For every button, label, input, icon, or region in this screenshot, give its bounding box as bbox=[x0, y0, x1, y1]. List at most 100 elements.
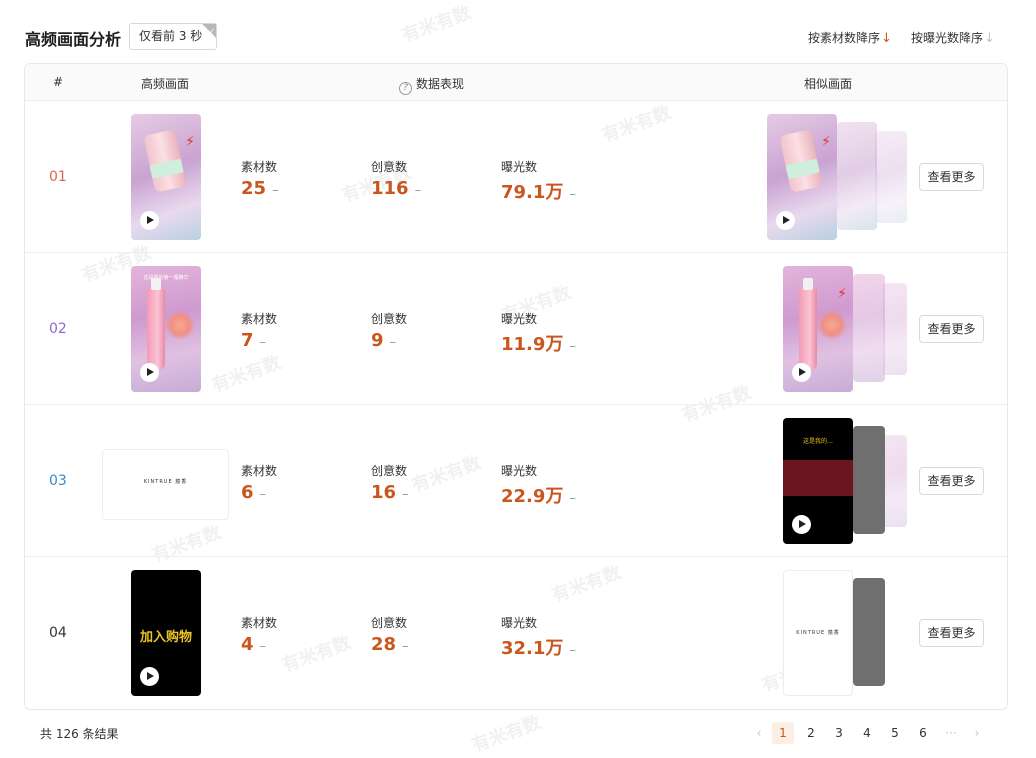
view-more-button[interactable]: 查看更多 bbox=[919, 467, 984, 495]
frame-thumbnail[interactable]: ⚡ bbox=[131, 114, 201, 240]
page-2[interactable]: 2 bbox=[800, 722, 822, 744]
product-jar-image bbox=[779, 129, 823, 193]
material-value: 4 bbox=[241, 634, 254, 655]
metric-label: 素材数 bbox=[241, 464, 278, 478]
play-icon[interactable] bbox=[792, 363, 811, 382]
sort-material-label: 按素材数降序 bbox=[808, 31, 881, 45]
metric-label: 创意数 bbox=[371, 464, 408, 478]
similar-thumbnail[interactable] bbox=[837, 122, 877, 230]
red-band-image bbox=[783, 460, 853, 496]
metric-label: 曝光数 bbox=[501, 464, 538, 478]
similar-thumbnail[interactable]: ⚡ bbox=[767, 114, 837, 240]
table-row: 04 加入购物 素材数 4– 创意数 28– 曝光数 32.1万 – KINTRU… bbox=[25, 557, 1007, 709]
page-3[interactable]: 3 bbox=[828, 722, 850, 744]
trend-icon: – bbox=[569, 643, 576, 658]
product-jar-image bbox=[143, 129, 187, 193]
exposure-value: 32.1万 bbox=[501, 638, 564, 659]
similar-thumbnail[interactable] bbox=[853, 578, 885, 686]
play-icon[interactable] bbox=[140, 363, 159, 382]
page-6[interactable]: 6 bbox=[912, 722, 934, 744]
page-4[interactable]: 4 bbox=[856, 722, 878, 744]
creative-value: 16 bbox=[371, 482, 397, 503]
creative-metric: 创意数 16– bbox=[371, 462, 409, 503]
play-icon[interactable] bbox=[140, 211, 159, 230]
material-value: 7 bbox=[241, 330, 254, 351]
play-icon[interactable] bbox=[776, 211, 795, 230]
material-metric: 素材数 6– bbox=[241, 462, 277, 503]
frames-table: # 高频画面 ? 数据表现 相似画面 01 ⚡ 素材数 25– 创意数 116– … bbox=[24, 63, 1008, 710]
metric-label: 曝光数 bbox=[501, 312, 538, 326]
frame-thumbnail[interactable]: 加入购物 bbox=[131, 570, 201, 696]
similar-thumbnail[interactable] bbox=[875, 131, 907, 223]
trend-icon: – bbox=[389, 335, 397, 350]
first-3s-filter-tag[interactable]: 仅看前 3 秒 bbox=[129, 19, 218, 50]
metric-label: 创意数 bbox=[371, 160, 408, 174]
play-icon[interactable] bbox=[792, 515, 811, 534]
table-footer: 共 126 条结果 ‹ 1 2 3 4 5 6 ··· › bbox=[24, 722, 1008, 744]
metric-label: 素材数 bbox=[241, 616, 278, 630]
creative-metric: 创意数 9– bbox=[371, 310, 407, 351]
exposure-metric: 曝光数 22.9万 – bbox=[501, 462, 576, 508]
similar-thumbnail[interactable] bbox=[853, 274, 885, 382]
col-frame: 高频画面 bbox=[141, 77, 190, 91]
material-value: 25 bbox=[241, 178, 267, 199]
similar-thumbnail[interactable]: ⚡ bbox=[783, 266, 853, 392]
material-value: 6 bbox=[241, 482, 254, 503]
thumbnail-caption: 这是我的第一瓶精华 bbox=[143, 275, 189, 281]
exposure-value: 11.9万 bbox=[501, 334, 564, 355]
row-index: 01 bbox=[49, 169, 67, 185]
trend-icon: – bbox=[259, 335, 267, 350]
trend-icon: – bbox=[569, 187, 576, 202]
section-header: 高频画面分析 仅看前 3 秒 按素材数降序↓ 按曝光数降序↓ bbox=[25, 19, 1005, 52]
filter-tag-label: 仅看前 3 秒 bbox=[139, 29, 203, 43]
metric-label: 创意数 bbox=[371, 312, 408, 326]
material-metric: 素材数 4– bbox=[241, 614, 277, 655]
view-more-button[interactable]: 查看更多 bbox=[919, 619, 984, 647]
exposure-metric: 曝光数 11.9万 – bbox=[501, 310, 576, 356]
lightning-icon: ⚡ bbox=[837, 286, 847, 302]
page-title: 高频画面分析 bbox=[25, 30, 122, 49]
view-more-button[interactable]: 查看更多 bbox=[919, 315, 984, 343]
page-5[interactable]: 5 bbox=[884, 722, 906, 744]
sort-by-exposure-button[interactable]: 按曝光数降序↓ bbox=[911, 29, 995, 46]
material-metric: 素材数 7– bbox=[241, 310, 277, 351]
similar-thumbnail[interactable] bbox=[853, 426, 885, 534]
metric-label: 曝光数 bbox=[501, 160, 538, 174]
col-metrics: ? 数据表现 bbox=[399, 75, 464, 95]
help-icon[interactable]: ? bbox=[399, 82, 412, 95]
similar-thumbnail[interactable] bbox=[883, 283, 907, 375]
frame-thumbnail[interactable]: 这是我的第一瓶精华 bbox=[131, 266, 201, 392]
sort-by-material-button[interactable]: 按素材数降序↓ bbox=[808, 29, 892, 46]
play-icon[interactable] bbox=[140, 667, 159, 686]
sort-exposure-label: 按曝光数降序 bbox=[911, 31, 984, 45]
similar-thumbnail[interactable]: KINTRUE 蕴香 bbox=[783, 570, 853, 696]
arrow-down-icon: ↓ bbox=[881, 31, 892, 46]
table-row: 01 ⚡ 素材数 25– 创意数 116– 曝光数 79.1万 – ⚡ 查看更多 bbox=[25, 101, 1007, 253]
similar-thumbnail[interactable] bbox=[883, 435, 907, 527]
metric-label: 素材数 bbox=[241, 312, 278, 326]
exposure-value: 22.9万 bbox=[501, 486, 564, 507]
page-1[interactable]: 1 bbox=[772, 722, 794, 744]
trend-icon: – bbox=[259, 639, 267, 654]
creative-metric: 创意数 28– bbox=[371, 614, 409, 655]
ellipsis-icon[interactable]: ··· bbox=[940, 722, 962, 744]
exposure-value: 79.1万 bbox=[501, 182, 564, 203]
serum-bottle-image bbox=[799, 278, 817, 370]
similar-thumbnail[interactable]: 这是我的… bbox=[783, 418, 853, 544]
creative-value: 9 bbox=[371, 330, 384, 351]
trend-icon: – bbox=[569, 339, 576, 354]
brand-logo-text: KINTRUE 蕴香 bbox=[796, 630, 840, 636]
col-index: # bbox=[53, 75, 64, 89]
row-index: 04 bbox=[49, 625, 67, 641]
flower-image bbox=[817, 310, 847, 340]
table-row: 03 KINTRUE 蕴香 素材数 6– 创意数 16– 曝光数 22.9万 – … bbox=[25, 405, 1007, 557]
prev-page-icon[interactable]: ‹ bbox=[748, 722, 770, 744]
creative-value: 28 bbox=[371, 634, 397, 655]
flower-image bbox=[165, 310, 195, 340]
view-more-button[interactable]: 查看更多 bbox=[919, 163, 984, 191]
metric-label: 创意数 bbox=[371, 616, 408, 630]
next-page-icon[interactable]: › bbox=[966, 722, 988, 744]
frame-thumbnail[interactable]: KINTRUE 蕴香 bbox=[102, 449, 229, 520]
brand-logo-text: KINTRUE 蕴香 bbox=[143, 479, 188, 485]
table-header: # 高频画面 ? 数据表现 相似画面 bbox=[25, 64, 1007, 101]
